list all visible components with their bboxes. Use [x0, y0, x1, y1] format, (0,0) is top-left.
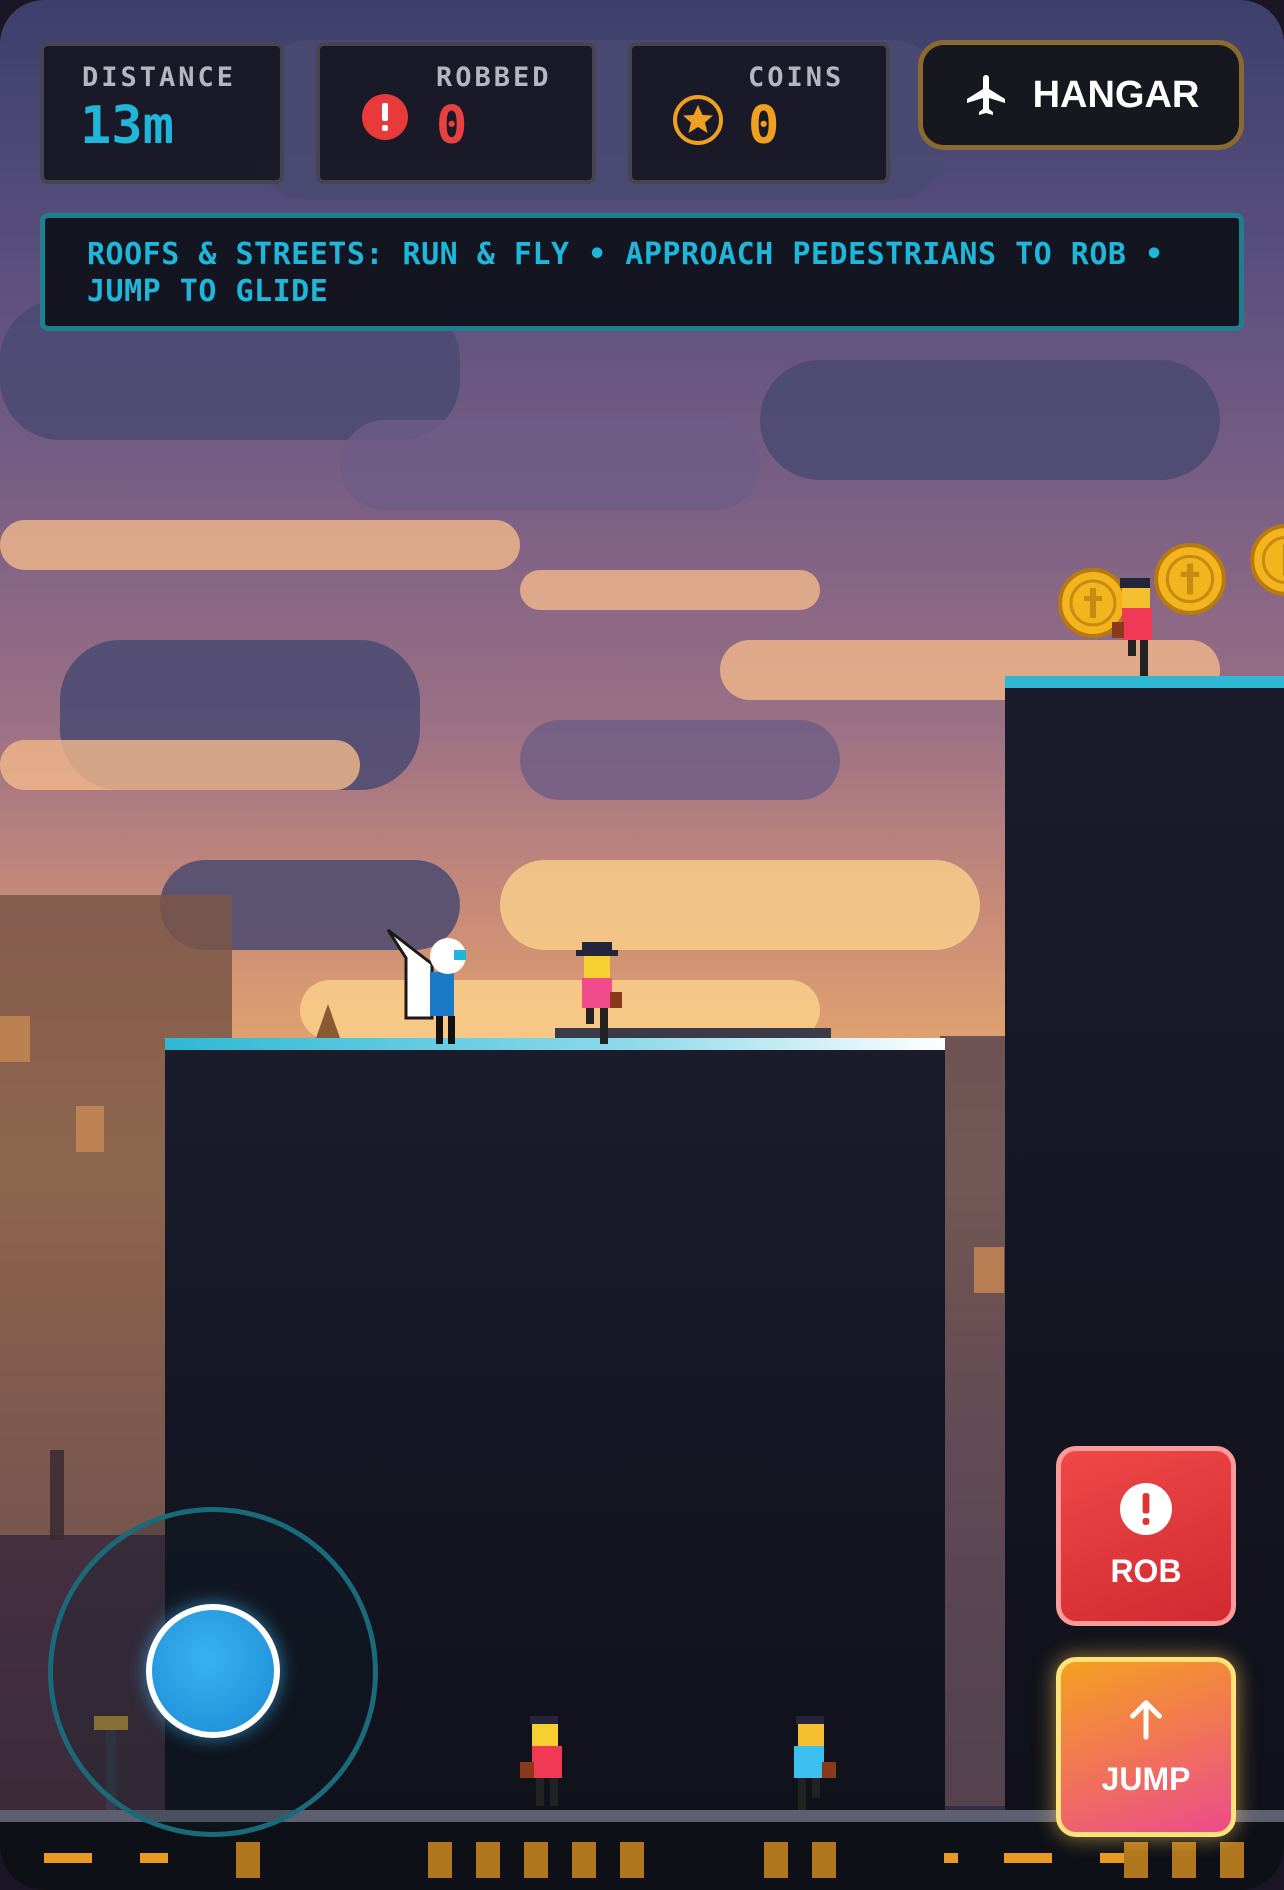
- road-marking: [476, 1842, 500, 1878]
- coins-label: COINS: [748, 62, 845, 93]
- distance-label: DISTANCE: [82, 62, 237, 93]
- pedestrian[interactable]: [576, 942, 626, 1046]
- coins-panel: COINS 0: [628, 42, 890, 184]
- road-marking: [620, 1842, 644, 1878]
- building-window: [974, 1247, 1004, 1293]
- pedestrian[interactable]: [1112, 578, 1162, 678]
- robbed-panel: ROBBED 0: [316, 42, 596, 184]
- game-canvas[interactable]: DISTANCE 13m ROBBED 0 COINS 0 HANGAR ROO…: [0, 0, 1284, 1890]
- jump-button[interactable]: JUMP: [1056, 1657, 1236, 1837]
- pedestrian[interactable]: [518, 1716, 568, 1808]
- gold-coin[interactable]: [1250, 524, 1284, 596]
- distance-value: 13m: [80, 96, 174, 156]
- instruction-text: ROOFS & STREETS: RUN & FLY • APPROACH PE…: [87, 237, 1164, 309]
- road-marking: [1124, 1842, 1148, 1878]
- cloud: [340, 420, 760, 510]
- airplane-icon: [966, 75, 1005, 115]
- road-marking: [1172, 1842, 1196, 1878]
- star-coin-icon: [673, 95, 723, 145]
- rob-label: ROB: [1110, 1552, 1182, 1589]
- cloud: [0, 740, 360, 790]
- road-marking: [44, 1853, 92, 1863]
- arrow-up-icon: [1130, 1699, 1162, 1740]
- road-marking: [812, 1842, 836, 1878]
- road-marking: [1220, 1842, 1244, 1878]
- pedestrian[interactable]: [788, 1716, 838, 1812]
- rooftop-platform: [165, 1038, 945, 1050]
- rob-button[interactable]: ROB: [1056, 1446, 1236, 1626]
- alert-circle-icon: [1120, 1482, 1172, 1535]
- road-marking: [236, 1842, 260, 1878]
- road-marking: [572, 1842, 596, 1878]
- alert-circle-icon: [362, 94, 408, 140]
- road-marking: [1004, 1853, 1052, 1863]
- road-marking: [524, 1842, 548, 1878]
- instruction-banner: ROOFS & STREETS: RUN & FLY • APPROACH PE…: [40, 213, 1244, 331]
- cloud: [0, 520, 520, 570]
- coins-value: 0: [748, 96, 780, 156]
- robbed-value: 0: [436, 96, 468, 156]
- roof-spike: [316, 1004, 340, 1038]
- building-window: [0, 1016, 30, 1062]
- background-building: [50, 1450, 64, 1540]
- jump-label: JUMP: [1101, 1760, 1191, 1797]
- hangar-button[interactable]: HANGAR: [918, 40, 1244, 150]
- cloud: [500, 860, 980, 950]
- joystick-knob[interactable]: [146, 1604, 280, 1738]
- road-marking: [764, 1842, 788, 1878]
- building-window: [76, 1106, 104, 1152]
- robbed-label: ROBBED: [436, 62, 552, 93]
- cloud: [520, 570, 820, 610]
- hangar-label: HANGAR: [1032, 73, 1200, 116]
- road-marking: [140, 1853, 168, 1863]
- road-marking: [428, 1842, 452, 1878]
- road-marking: [944, 1853, 958, 1863]
- player-character: [386, 928, 466, 1044]
- distance-panel: DISTANCE 13m: [40, 42, 284, 184]
- cloud: [760, 360, 1220, 480]
- gold-coin[interactable]: [1154, 543, 1226, 615]
- cloud: [520, 720, 840, 800]
